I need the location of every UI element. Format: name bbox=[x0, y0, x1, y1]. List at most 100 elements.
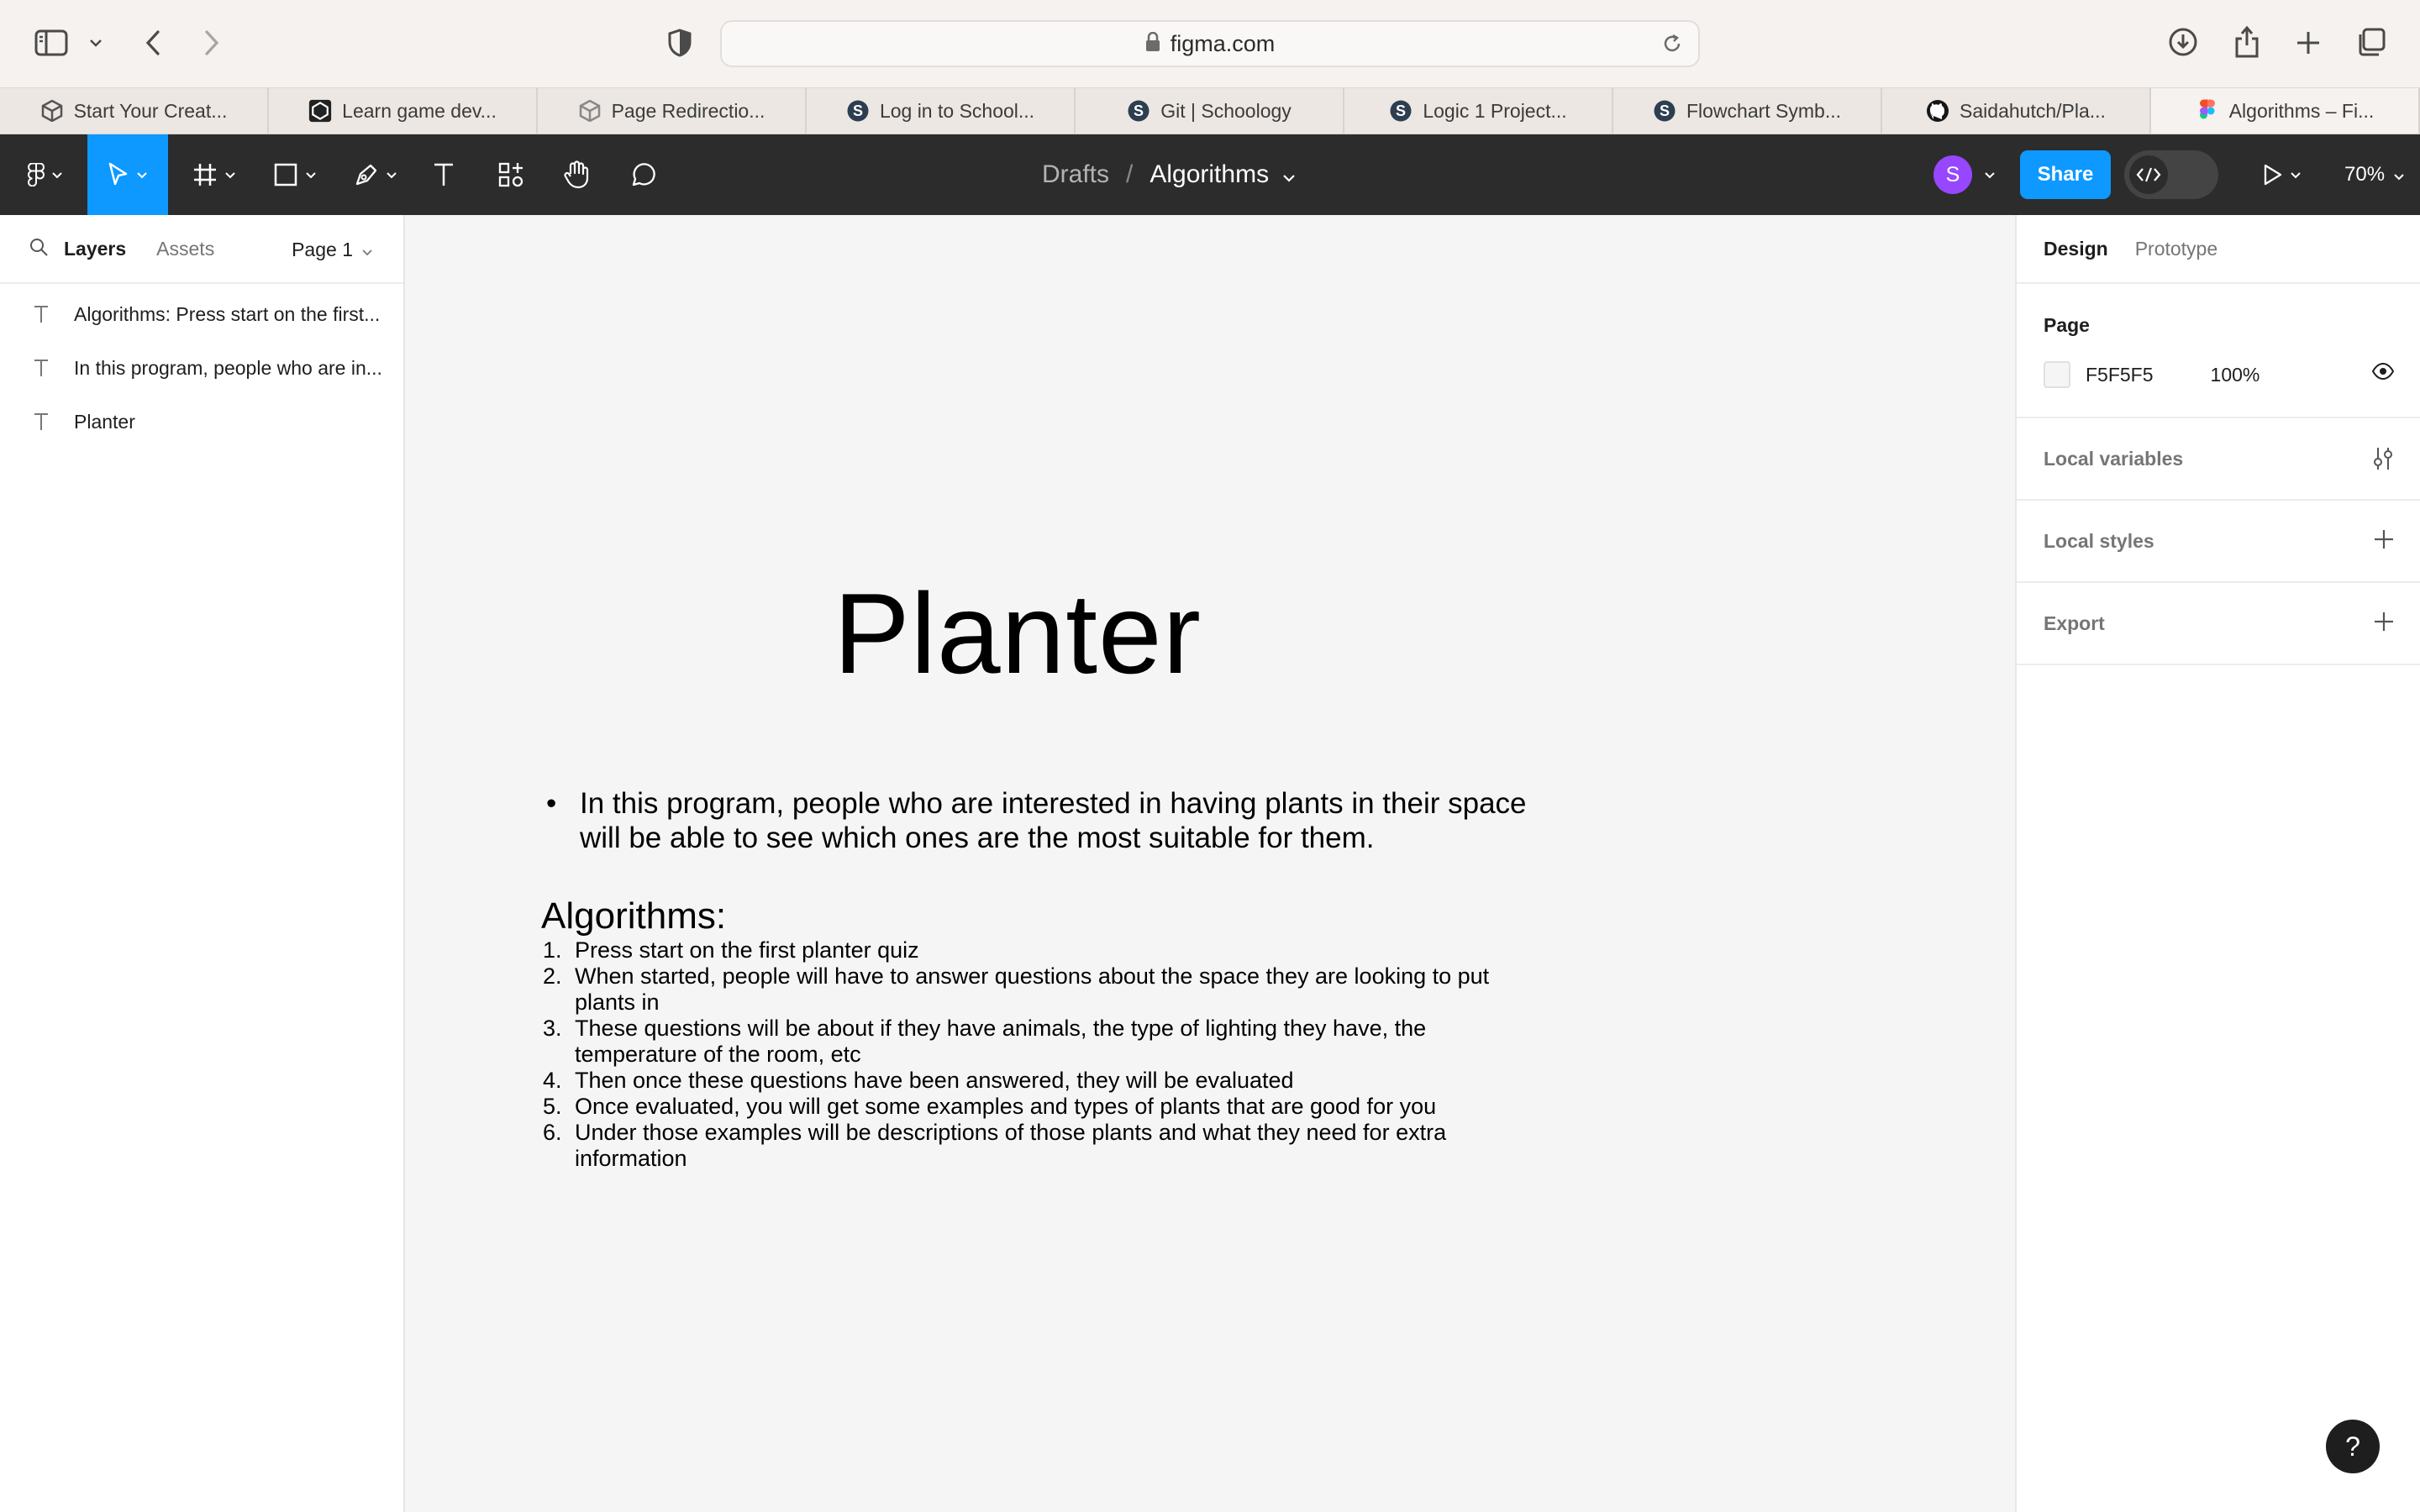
multiplayer-avatars[interactable]: S bbox=[1926, 134, 2003, 215]
browser-tab[interactable]: S Git | Schoology bbox=[1076, 88, 1344, 134]
rectangle-icon bbox=[273, 162, 298, 187]
tab-prototype[interactable]: Prototype bbox=[2135, 238, 2217, 260]
breadcrumb-drafts[interactable]: Drafts bbox=[1042, 160, 1109, 189]
pen-tool-button[interactable] bbox=[346, 134, 405, 215]
code-icon bbox=[2129, 155, 2168, 194]
chevron-down-icon bbox=[305, 171, 317, 179]
export-label: Export bbox=[2044, 612, 2105, 634]
local-variables-row[interactable]: Local variables bbox=[2017, 418, 2420, 501]
eye-icon[interactable] bbox=[2371, 362, 2395, 384]
browser-tab[interactable]: Learn game dev... bbox=[269, 88, 538, 134]
browser-tab[interactable]: Start Your Creat... bbox=[0, 88, 269, 134]
browser-tab-active[interactable]: Algorithms – Fi... bbox=[2151, 88, 2420, 134]
browser-tab[interactable]: Saidahutch/Pla... bbox=[1882, 88, 2151, 134]
export-row[interactable]: Export bbox=[2017, 583, 2420, 665]
frame-tool-button[interactable] bbox=[185, 134, 244, 215]
algorithm-step-text: Then once these questions have been answ… bbox=[575, 1068, 1294, 1093]
layers-panel: Layers Assets Page 1 Algorithms: Press s… bbox=[0, 215, 405, 1512]
shape-tool-button[interactable] bbox=[266, 134, 324, 215]
forward-icon[interactable] bbox=[198, 27, 225, 59]
search-icon[interactable] bbox=[29, 237, 49, 261]
dev-mode-toggle[interactable] bbox=[2124, 150, 2218, 199]
new-tab-icon[interactable] bbox=[2292, 27, 2324, 59]
tab-design[interactable]: Design bbox=[2044, 238, 2108, 260]
schoology-icon: S bbox=[1389, 99, 1413, 123]
file-name[interactable]: Algorithms bbox=[1150, 160, 1269, 189]
chevron-down-icon bbox=[2290, 171, 2302, 179]
browser-tab[interactable]: Page Redirectio... bbox=[538, 88, 807, 134]
help-button[interactable]: ? bbox=[2326, 1420, 2380, 1473]
properties-panel-header: Design Prototype bbox=[2017, 215, 2420, 284]
text-layer-icon bbox=[30, 305, 52, 323]
algorithm-step: 1. Press start on the first planter quiz bbox=[543, 937, 1551, 963]
share-button[interactable]: Share bbox=[2020, 150, 2111, 199]
design-canvas[interactable]: Planter In this program, people who are … bbox=[405, 215, 2015, 1512]
sidebar-toggle-icon[interactable] bbox=[34, 27, 69, 59]
algorithms-heading[interactable]: Algorithms: bbox=[541, 895, 726, 937]
plus-icon[interactable] bbox=[2373, 611, 2395, 638]
text-layer-icon bbox=[30, 359, 52, 377]
browser-tab[interactable]: S Logic 1 Project... bbox=[1344, 88, 1613, 134]
breadcrumb: Drafts / Algorithms bbox=[1042, 134, 1296, 215]
layers-panel-header: Layers Assets Page 1 bbox=[0, 215, 403, 284]
planter-title-text[interactable]: Planter bbox=[834, 576, 1202, 690]
page-selector[interactable]: Page 1 bbox=[292, 215, 373, 284]
chevron-down-icon bbox=[51, 171, 63, 179]
chevron-down-icon bbox=[2393, 163, 2405, 186]
comment-tool-button[interactable] bbox=[627, 134, 660, 215]
reload-icon[interactable] bbox=[1661, 33, 1683, 59]
zoom-menu[interactable]: 70% bbox=[2344, 134, 2405, 215]
svg-text:S: S bbox=[1396, 102, 1406, 119]
tab-assets[interactable]: Assets bbox=[156, 238, 214, 260]
text-tool-button[interactable] bbox=[427, 134, 460, 215]
privacy-shield-icon[interactable] bbox=[666, 27, 694, 59]
step-number: 4. bbox=[543, 1068, 562, 1093]
unity-icon bbox=[40, 99, 64, 123]
svg-text:S: S bbox=[1134, 102, 1144, 119]
layer-row[interactable]: In this program, people who are in... bbox=[0, 341, 403, 395]
browser-tab[interactable]: S Log in to School... bbox=[807, 88, 1076, 134]
layer-name: Algorithms: Press start on the first... bbox=[74, 302, 381, 325]
url-text: figma.com bbox=[1170, 30, 1276, 56]
share-icon[interactable] bbox=[2230, 24, 2264, 60]
address-bar[interactable]: figma.com bbox=[720, 20, 1700, 67]
downloads-icon[interactable] bbox=[2166, 25, 2200, 59]
fill-hex-input[interactable]: F5F5F5 bbox=[2086, 364, 2154, 386]
layer-name: Planter bbox=[74, 410, 135, 433]
algorithm-step-text: These questions will be about if they ha… bbox=[575, 1016, 1427, 1067]
intro-bullet: In this program, people who are interest… bbox=[543, 786, 1534, 855]
page-section: Page F5F5F5 100% bbox=[2017, 284, 2420, 418]
fill-color-swatch[interactable] bbox=[2044, 361, 2070, 388]
figma-toolbar: Drafts / Algorithms S Share 70% bbox=[0, 134, 2420, 215]
plus-icon[interactable] bbox=[2373, 528, 2395, 555]
chevron-down-icon[interactable] bbox=[87, 34, 104, 52]
present-button[interactable] bbox=[2257, 134, 2307, 215]
tab-title: Flowchart Symb... bbox=[1686, 99, 1842, 122]
layers-list: Algorithms: Press start on the first... … bbox=[0, 284, 403, 449]
text-icon bbox=[432, 162, 455, 187]
pen-icon bbox=[354, 162, 379, 187]
tab-overview-icon[interactable] bbox=[2354, 25, 2388, 59]
algorithm-steps-list[interactable]: 1. Press start on the first planter quiz … bbox=[543, 937, 1551, 1172]
main-menu-button[interactable] bbox=[18, 134, 72, 215]
intro-text[interactable]: In this program, people who are interest… bbox=[543, 786, 1534, 855]
zoom-level: 70% bbox=[2344, 163, 2386, 186]
page-fill-row: F5F5F5 100% bbox=[2044, 361, 2260, 388]
chevron-down-icon bbox=[353, 239, 373, 261]
avatar[interactable]: S bbox=[1933, 155, 1972, 194]
step-number: 2. bbox=[543, 963, 562, 989]
browser-tab[interactable]: S Flowchart Symb... bbox=[1613, 88, 1882, 134]
resources-button[interactable] bbox=[494, 134, 528, 215]
variables-settings-icon[interactable] bbox=[2371, 446, 2395, 476]
properties-panel: Design Prototype Page F5F5F5 100% Local … bbox=[2015, 215, 2420, 1512]
tab-layers[interactable]: Layers bbox=[64, 238, 126, 260]
hand-tool-button[interactable] bbox=[560, 134, 593, 215]
layer-row[interactable]: Algorithms: Press start on the first... bbox=[0, 287, 403, 341]
move-tool-button[interactable] bbox=[87, 134, 168, 215]
layer-row[interactable]: Planter bbox=[0, 395, 403, 449]
cursor-icon bbox=[108, 162, 129, 187]
fill-opacity-input[interactable]: 100% bbox=[2211, 364, 2260, 386]
chevron-down-icon[interactable] bbox=[1282, 160, 1296, 189]
back-icon[interactable] bbox=[139, 27, 166, 59]
local-styles-row[interactable]: Local styles bbox=[2017, 501, 2420, 583]
